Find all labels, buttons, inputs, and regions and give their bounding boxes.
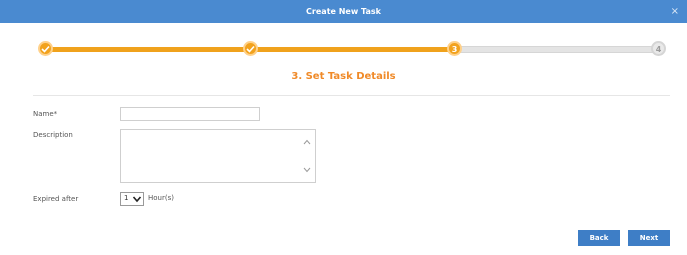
description-textarea[interactable] (120, 129, 316, 183)
expiry-unit: Hour(s) (148, 194, 174, 202)
dialog-titlebar: Create New Task × (0, 0, 687, 23)
checkmark-icon (246, 45, 255, 53)
chevron-down-icon[interactable] (132, 194, 142, 204)
section-title: 3. Set Task Details (291, 71, 396, 82)
dialog-title: Create New Task (306, 7, 381, 16)
expiry-select[interactable]: 1 (120, 192, 144, 206)
name-input[interactable] (120, 107, 260, 121)
step-4-pending: 4 (651, 41, 666, 56)
progress-track-remaining (454, 46, 660, 53)
back-button[interactable]: Back (578, 230, 620, 246)
step-2-complete (243, 41, 258, 56)
checkmark-icon (41, 45, 50, 53)
next-button[interactable]: Next (628, 230, 670, 246)
description-label: Description (33, 131, 73, 139)
expired-label: Expired after (33, 195, 79, 203)
step-3-current: 3 (447, 41, 462, 56)
step-1-complete (38, 41, 53, 56)
close-icon[interactable]: × (671, 0, 679, 23)
name-label: Name* (33, 110, 58, 118)
expiry-value: 1 (124, 194, 129, 202)
scroll-up-icon[interactable] (303, 138, 311, 146)
divider (33, 95, 670, 96)
scroll-down-icon[interactable] (303, 166, 311, 174)
